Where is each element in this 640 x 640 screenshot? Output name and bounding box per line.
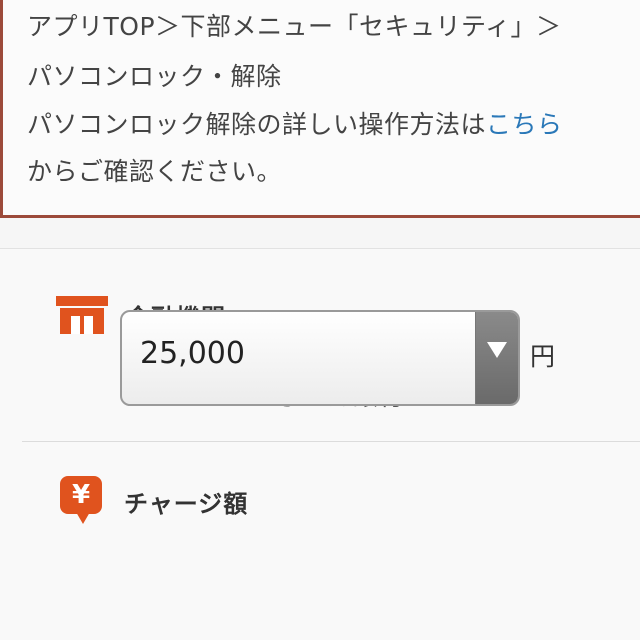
charge-section-header: ¥ チャージ額 (56, 476, 249, 526)
notice-help-text: パソコンロック解除の詳しい操作方法は (27, 110, 487, 139)
charge-form: 金融機関 じぶん銀行 ¥ チャージ額 (0, 248, 640, 640)
page: アプリTOP＞下部メニュー「セキュリティ」＞ パソコンロック・解除 パソコンロッ… (0, 0, 640, 640)
section-divider (22, 441, 640, 442)
notice-line-path-end: パソコンロック・解除 (27, 62, 282, 91)
notice-box: アプリTOP＞下部メニュー「セキュリティ」＞ パソコンロック・解除 パソコンロッ… (0, 0, 640, 218)
notice-line-path: アプリTOP＞下部メニュー「セキュリティ」＞ (27, 12, 562, 41)
notice-line-confirm: からご確認ください。 (27, 157, 283, 186)
chevron-down-icon[interactable] (475, 312, 518, 404)
yen-icon: ¥ (56, 476, 106, 526)
help-link[interactable]: こちら (486, 110, 563, 139)
charge-amount-select[interactable]: 25,000 (120, 310, 520, 406)
currency-unit: 円 (530, 342, 556, 371)
charge-section-title: チャージ額 (124, 489, 249, 518)
notice-line-help: パソコンロック解除の詳しい操作方法はこちら (27, 110, 563, 140)
bank-icon (56, 294, 108, 336)
charge-amount-value: 25,000 (140, 336, 245, 371)
